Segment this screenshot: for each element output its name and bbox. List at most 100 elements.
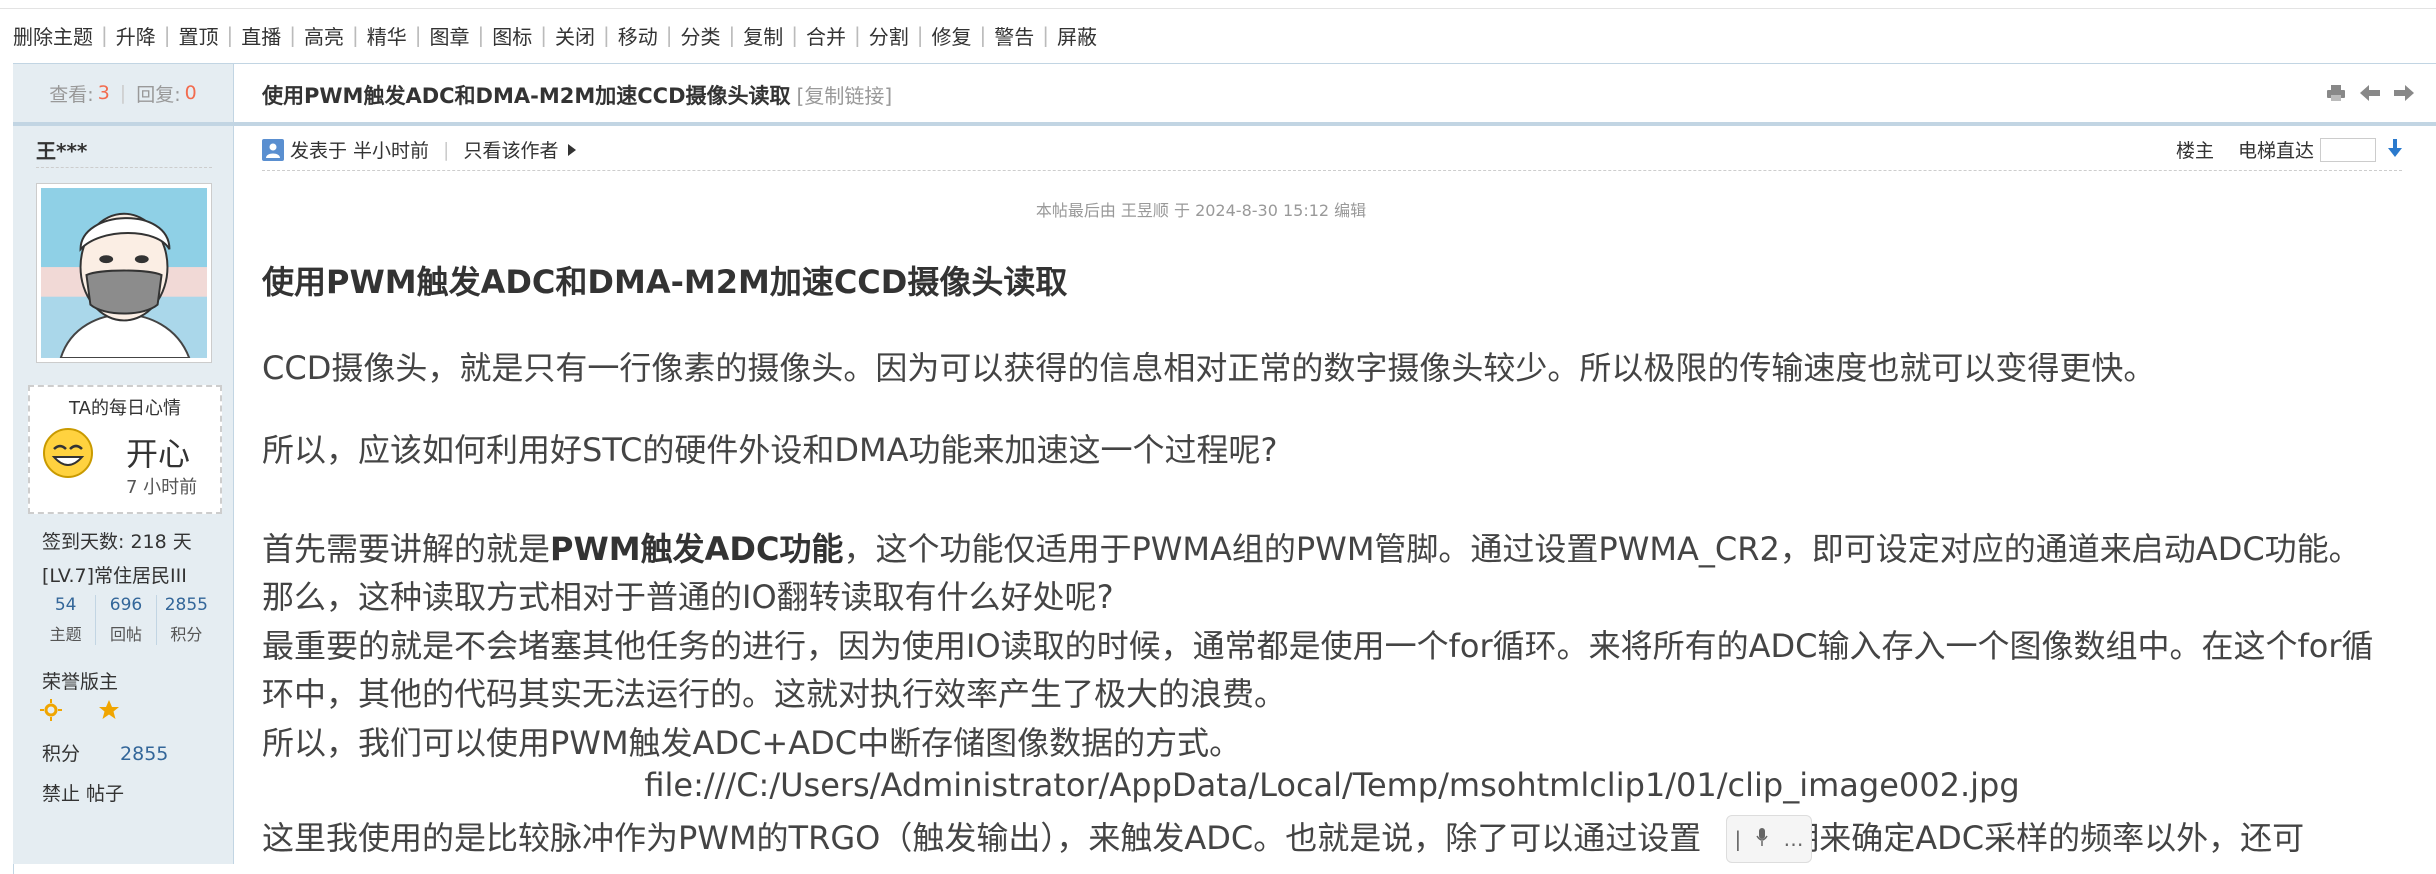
floating-toolbar: | …	[1726, 815, 1812, 863]
stat-threads-num: 54	[54, 595, 77, 615]
stat-points[interactable]: 2855 积分	[155, 595, 216, 645]
floor-jump-input[interactable]	[2320, 137, 2376, 162]
paragraph-6: 环中，其他的代码其实无法运行的。这就对执行效率产生了极大的浪费。	[262, 675, 1287, 713]
toolbar-separator: |	[1042, 23, 1049, 47]
thread-stats: 查看: 3 | 回复: 0	[13, 64, 233, 126]
user-group[interactable]: 荣誉版主	[42, 667, 118, 694]
stat-replies-label: 回帖	[109, 625, 142, 644]
mood-time: 7 小时前	[126, 477, 198, 498]
toolbar-separator: |	[665, 23, 673, 47]
mod-action-4[interactable]: 高亮	[304, 21, 344, 50]
mod-action-5[interactable]: 精华	[367, 21, 407, 50]
rank-icons	[40, 699, 120, 721]
user-level[interactable]: [LV.7]常住居民III	[42, 561, 187, 588]
author-divider	[36, 167, 212, 168]
views-count: 3	[97, 82, 110, 104]
stat-replies[interactable]: 696 回帖	[95, 595, 155, 645]
toolbar-separator: |	[916, 23, 924, 47]
thread-title: 使用PWM触发ADC和DMA-M2M加速CCD摄像头读取 [复制链接]	[262, 80, 892, 110]
mod-action-8[interactable]: 关闭	[555, 21, 595, 50]
microphone-icon[interactable]	[1756, 827, 1768, 851]
paragraph-3-bold: PWM触发ADC功能	[550, 530, 844, 568]
moon-icon	[73, 701, 82, 719]
toolbar-separator: |	[603, 23, 610, 47]
paragraph-8: 这里我使用的是比较脉冲作为PWM的TRGO（触发输出），来触发ADC。也就是说，…	[262, 813, 2304, 859]
paragraph-3-start: 首先需要讲解的就是	[262, 530, 551, 568]
mood-label: TA的每日心情	[69, 398, 181, 419]
mod-action-9[interactable]: 移动	[618, 21, 658, 50]
stat-points-label: 积分	[170, 625, 203, 644]
paragraph-8-end: 期来确定ADC采样的频率以外，还可	[1787, 819, 2305, 857]
toolbar-separator: |	[728, 23, 736, 47]
header-separator: |	[443, 138, 450, 161]
arrow-down-icon[interactable]	[2388, 138, 2402, 162]
views-label: 查看:	[49, 83, 94, 106]
toolbar-separator: |	[791, 23, 798, 47]
sun-icon	[40, 699, 62, 721]
paragraph-2: 所以，应该如何利用好STC的硬件外设和DMA功能来加速这一个过程呢?	[262, 431, 1278, 469]
author-name[interactable]: 王***	[36, 135, 87, 164]
mod-action-15[interactable]: 警告	[994, 21, 1034, 50]
mod-action-1[interactable]: 升降	[116, 21, 156, 50]
replies-count: 0	[184, 82, 197, 104]
author-stats: 54 主题 696 回帖 2855 积分	[36, 595, 216, 645]
paragraph-1: CCD摄像头，就是只有一行像素的摄像头。因为可以获得的信息相对正常的数字摄像头较…	[262, 349, 2156, 387]
signin-days: 签到天数: 218 天	[42, 531, 192, 553]
copy-link[interactable]: [复制链接]	[797, 84, 893, 108]
toolbar-separator: |	[163, 23, 171, 47]
edit-note: 本帖最后由 王昱顺 于 2024-8-30 15:12 编辑	[1035, 201, 1367, 220]
stat-points-num: 2855	[164, 595, 208, 615]
points-row: 积分 2855	[42, 739, 168, 766]
online-user-icon	[262, 138, 284, 161]
toolbar-separator: |	[477, 23, 485, 47]
daily-mood: TA的每日心情 开心 7 小时前	[28, 385, 222, 514]
thread-title-bar: 使用PWM触发ADC和DMA-M2M加速CCD摄像头读取 [复制链接]	[234, 64, 2436, 126]
stats-separator: |	[119, 82, 127, 104]
mod-action-6[interactable]: 图章	[430, 21, 470, 50]
print-icon[interactable]	[2324, 82, 2348, 104]
stat-threads[interactable]: 54 主题	[36, 595, 95, 645]
mod-action-13[interactable]: 分割	[869, 21, 909, 50]
mod-action-12[interactable]: 合并	[806, 21, 846, 50]
only-author-link[interactable]: 只看该作者	[463, 136, 558, 163]
points-value: 2855	[120, 743, 169, 765]
next-thread-icon[interactable]	[2392, 82, 2416, 104]
prev-thread-icon[interactable]	[2358, 82, 2382, 104]
points-label: 积分	[42, 743, 81, 765]
mod-action-14[interactable]: 修复	[932, 21, 972, 50]
paragraph-7: 所以，我们可以使用PWM触发ADC+ADC中断存储图像数据的方式。	[262, 724, 1242, 762]
paragraph-4: 那么，这种读取方式相对于普通的IO翻转读取有什么好处呢?	[262, 578, 1114, 616]
moderation-toolbar: 删除主题 | 升降 | 置顶 | 直播 | 高亮 | 精华 | 图章 | 图标 | 关闭 | 移动 | 分类 | 复制 | 合并…	[13, 21, 1097, 50]
mod-action-7[interactable]: 图标	[492, 21, 532, 50]
stat-replies-num: 696	[109, 595, 143, 615]
top-divider	[0, 0, 2436, 9]
more-icon[interactable]: …	[1783, 827, 1803, 851]
ban-post-link[interactable]: 禁止 帖子	[42, 779, 124, 806]
paragraph-8-start: 这里我使用的是比较脉冲作为PWM的TRGO（触发输出），来触发ADC。也就是说，…	[262, 819, 1702, 857]
jump-label: 电梯直达	[2237, 140, 2314, 162]
mood-text: 开心	[126, 435, 191, 473]
mod-action-2[interactable]: 置顶	[179, 21, 219, 50]
thread-title-text: 使用PWM触发ADC和DMA-M2M加速CCD摄像头读取	[262, 84, 791, 108]
replies-label: 回复:	[136, 83, 181, 106]
happy-face-icon	[42, 427, 94, 479]
star-icon	[99, 700, 119, 719]
stat-threads-label: 主题	[49, 625, 82, 644]
mod-action-10[interactable]: 分类	[681, 21, 721, 50]
toolbar-separator: |	[352, 23, 359, 47]
toolbar-separator: |	[414, 23, 422, 47]
floor-label: 楼主	[2175, 140, 2214, 162]
toolbar-separator: |	[979, 23, 987, 47]
post-header: 发表于 半小时前 | 只看该作者 楼主 电梯直达	[262, 134, 2402, 171]
paragraph-5: 最重要的就是不会堵塞其他任务的进行，因为使用IO读取的时候，通常都是使用一个fo…	[262, 627, 2374, 665]
mod-action-11[interactable]: 复制	[743, 21, 783, 50]
toolbar-separator: |	[289, 23, 296, 47]
cursor-bar-icon[interactable]: |	[1735, 827, 1742, 851]
mod-action-0[interactable]: 删除主题	[13, 21, 93, 50]
mod-action-16[interactable]: 屏蔽	[1057, 21, 1097, 50]
paragraph-3-end: ，这个功能仅适用于PWMA组的PWM管脚。通过设置PWMA_CR2，即可设定对应…	[843, 530, 2361, 568]
post-title: 使用PWM触发ADC和DMA-M2M加速CCD摄像头读取	[262, 263, 1068, 301]
post-time: 发表于 半小时前	[290, 140, 430, 162]
toolbar-separator: |	[226, 23, 234, 47]
mod-action-3[interactable]: 直播	[241, 21, 281, 50]
